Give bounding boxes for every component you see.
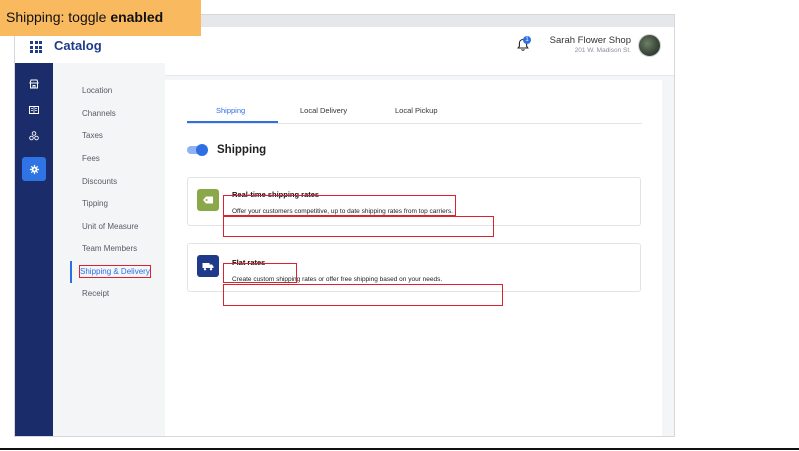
- tab-bar: Shipping Local Delivery Local Pickup: [187, 106, 642, 124]
- subnav-item-unit-of-measure[interactable]: Unit of Measure: [82, 222, 138, 231]
- icon-rail: [15, 63, 53, 436]
- storefront-icon[interactable]: [22, 72, 46, 96]
- shipping-toggle[interactable]: [187, 144, 208, 156]
- section-title: Shipping: [217, 144, 267, 156]
- tab-local-delivery[interactable]: Local Delivery: [300, 106, 347, 115]
- subnav-item-receipt[interactable]: Receipt: [82, 289, 109, 298]
- shipping-panel: Shipping Local Delivery Local Pickup Shi…: [165, 80, 662, 436]
- shop-address: 201 W. Madison St.: [574, 47, 631, 54]
- subnav-item-taxes[interactable]: Taxes: [82, 131, 103, 140]
- card-real-time-rates[interactable]: Real-time shipping rates Offer your cust…: [187, 177, 641, 226]
- bottom-divider: [0, 448, 799, 450]
- gear-icon[interactable]: [22, 157, 46, 181]
- tab-shipping[interactable]: Shipping: [216, 106, 245, 115]
- step-caption: Shipping: toggle enabled: [0, 0, 201, 36]
- active-tab-underline: [187, 121, 278, 123]
- subnav-item-channels[interactable]: Channels: [82, 109, 116, 118]
- app-grid-icon[interactable]: [30, 41, 42, 53]
- shop-info[interactable]: Sarah Flower Shop 201 W. Madison St.: [550, 35, 631, 54]
- subnav-item-shipping-delivery[interactable]: Shipping & Delivery: [80, 267, 150, 276]
- settings-subnav: Location Channels Taxes Fees Discounts T…: [53, 63, 165, 436]
- tag-icon: [197, 189, 219, 211]
- subnav-item-discounts[interactable]: Discounts: [82, 177, 117, 186]
- avatar[interactable]: [638, 34, 661, 57]
- card-description: Create custom shipping rates or offer fr…: [232, 276, 443, 283]
- people-icon[interactable]: [22, 124, 46, 148]
- card-title: Real-time shipping rates: [232, 190, 320, 199]
- notification-badge: 1: [523, 36, 531, 44]
- book-icon[interactable]: [22, 98, 46, 122]
- card-flat-rates[interactable]: Flat rates Create custom shipping rates …: [187, 243, 641, 292]
- subnav-item-location[interactable]: Location: [82, 86, 112, 95]
- app-window: Catalog 1 Sarah Flower Shop 201 W. Madis…: [14, 14, 675, 437]
- tab-local-pickup[interactable]: Local Pickup: [395, 106, 438, 115]
- subnav-item-team-members[interactable]: Team Members: [82, 244, 137, 253]
- toggle-knob: [196, 144, 208, 156]
- caption-prefix: Shipping: toggle: [6, 9, 111, 25]
- card-description: Offer your customers competitive, up to …: [232, 208, 453, 215]
- app-title: Catalog: [54, 38, 102, 53]
- subnav-item-tipping[interactable]: Tipping: [82, 199, 108, 208]
- shop-name: Sarah Flower Shop: [549, 35, 631, 46]
- caption-state: enabled: [110, 9, 164, 25]
- card-title: Flat rates: [232, 258, 266, 267]
- subnav-item-fees[interactable]: Fees: [82, 154, 100, 163]
- active-indicator: [70, 261, 72, 283]
- truck-icon: [197, 255, 219, 277]
